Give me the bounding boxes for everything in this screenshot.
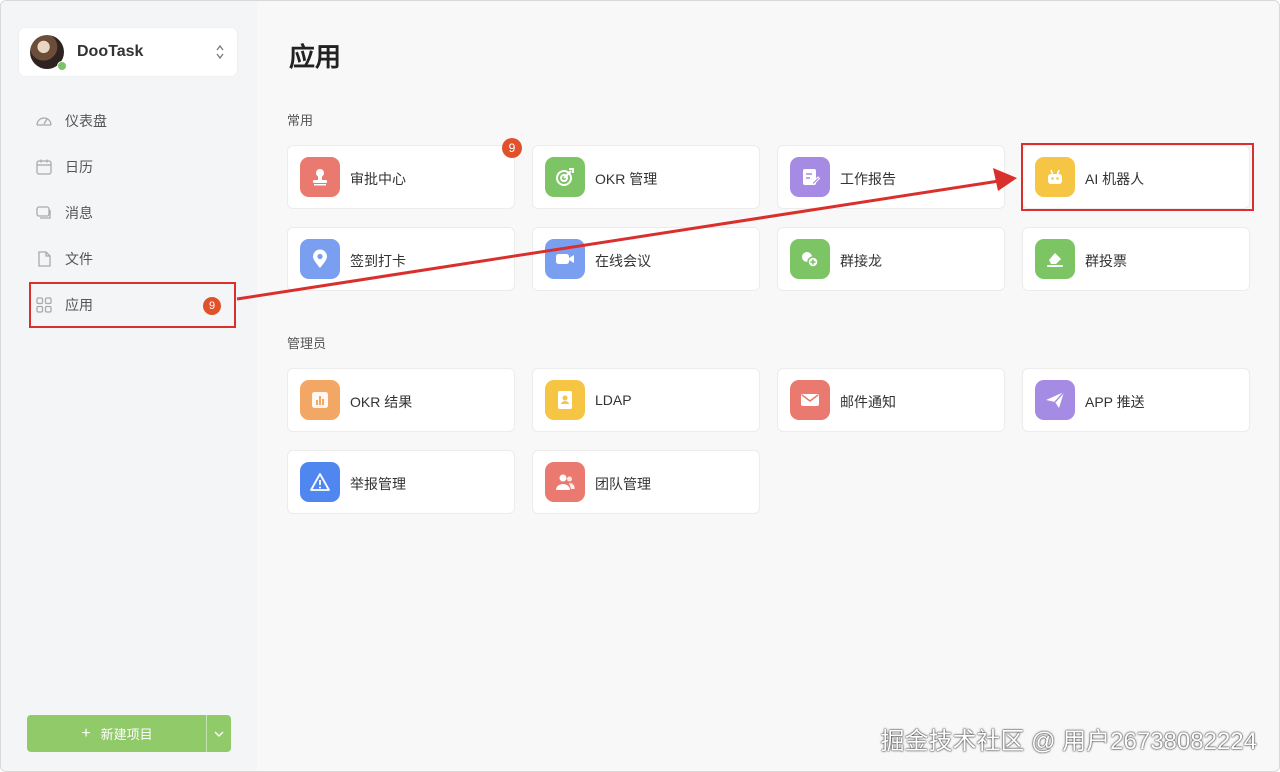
app-card-label: 审批中心	[350, 171, 406, 187]
calendar-icon	[36, 159, 52, 175]
target-icon	[545, 157, 585, 197]
message-icon	[36, 206, 51, 219]
app-card-mail-notification[interactable]: 邮件通知	[777, 368, 1005, 432]
online-status-dot	[57, 61, 67, 71]
chevron-down-icon	[214, 731, 224, 737]
app-card-app-push[interactable]: APP 推送	[1022, 368, 1250, 432]
app-card-label: 签到打卡	[350, 253, 406, 269]
group-chain-icon	[790, 239, 830, 279]
bar-chart-icon	[300, 380, 340, 420]
section-title-common: 常用	[287, 113, 314, 128]
new-project-label: 新建项目	[100, 727, 153, 742]
new-project-button-group: + 新建项目	[27, 715, 231, 752]
mail-icon	[790, 380, 830, 420]
warning-icon	[300, 462, 340, 502]
app-card-team-management[interactable]: 团队管理	[532, 450, 760, 514]
sidebar-item-label: 消息	[65, 205, 93, 221]
app-card-online-meeting[interactable]: 在线会议	[532, 227, 760, 291]
video-camera-icon	[545, 239, 585, 279]
sidebar-item-dashboard[interactable]: 仪表盘	[29, 98, 235, 144]
app-card-label: 工作报告	[840, 171, 896, 187]
paper-plane-icon	[1035, 380, 1075, 420]
app-card-group-chain[interactable]: 群接龙	[777, 227, 1005, 291]
report-edit-icon	[790, 157, 830, 197]
page-title: 应用	[289, 42, 342, 72]
team-users-icon	[545, 462, 585, 502]
new-project-dropdown-button[interactable]	[206, 715, 231, 752]
location-pin-icon	[300, 239, 340, 279]
section-title-admin: 管理员	[287, 336, 327, 351]
sidebar-item-label: 日历	[65, 159, 93, 175]
app-card-label: 团队管理	[595, 476, 651, 492]
watermark: 掘金技术社区 @ 用户26738082224	[880, 728, 1257, 755]
notification-badge: 9	[502, 138, 522, 158]
app-card-report-management[interactable]: 举报管理	[287, 450, 515, 514]
user-name: DooTask	[77, 43, 144, 60]
app-card-okr-results[interactable]: OKR 结果	[287, 368, 515, 432]
app-card-label: 在线会议	[595, 253, 651, 269]
app-card-label: 举报管理	[350, 476, 406, 492]
app-card-label: APP 推送	[1085, 394, 1145, 410]
vote-icon	[1035, 239, 1075, 279]
annotation-highlight-apps	[29, 282, 236, 328]
app-card-check-in[interactable]: 签到打卡	[287, 227, 515, 291]
app-card-group-vote[interactable]: 群投票	[1022, 227, 1250, 291]
chevron-up-down-icon	[216, 44, 224, 60]
sidebar-item-label: 文件	[65, 251, 93, 267]
app-card-approval[interactable]: 审批中心 9	[287, 138, 522, 209]
annotation-highlight-ai-robot	[1021, 143, 1254, 211]
app-card-label: LDAP	[595, 392, 632, 408]
sidebar: DooTask 仪表盘 日历 消息 文件 应用 9 + 新建项目	[1, 1, 257, 771]
app-card-ldap[interactable]: LDAP	[532, 368, 760, 432]
sidebar-item-calendar[interactable]: 日历	[29, 144, 235, 190]
app-card-label: OKR 管理	[595, 171, 658, 187]
app-window: DooTask 仪表盘 日历 消息 文件 应用 9 + 新建项目 应用 常用 审…	[0, 0, 1280, 772]
user-switcher[interactable]: DooTask	[19, 28, 237, 76]
app-card-work-report[interactable]: 工作报告	[777, 145, 1005, 209]
app-card-label: 邮件通知	[840, 394, 896, 410]
directory-book-icon	[545, 380, 585, 420]
approval-stamp-icon	[300, 157, 340, 197]
app-card-okr-management[interactable]: OKR 管理	[532, 145, 760, 209]
dashboard-icon	[36, 117, 52, 126]
sidebar-item-messages[interactable]: 消息	[29, 190, 235, 236]
app-card-label: OKR 结果	[350, 394, 413, 410]
app-card-label: 群投票	[1085, 253, 1127, 269]
sidebar-item-label: 仪表盘	[65, 113, 107, 129]
file-icon	[38, 251, 51, 267]
sidebar-item-files[interactable]: 文件	[29, 236, 235, 282]
app-card-label: 群接龙	[840, 253, 882, 269]
new-project-button[interactable]: + 新建项目	[27, 715, 207, 752]
plus-icon: +	[81, 724, 91, 742]
